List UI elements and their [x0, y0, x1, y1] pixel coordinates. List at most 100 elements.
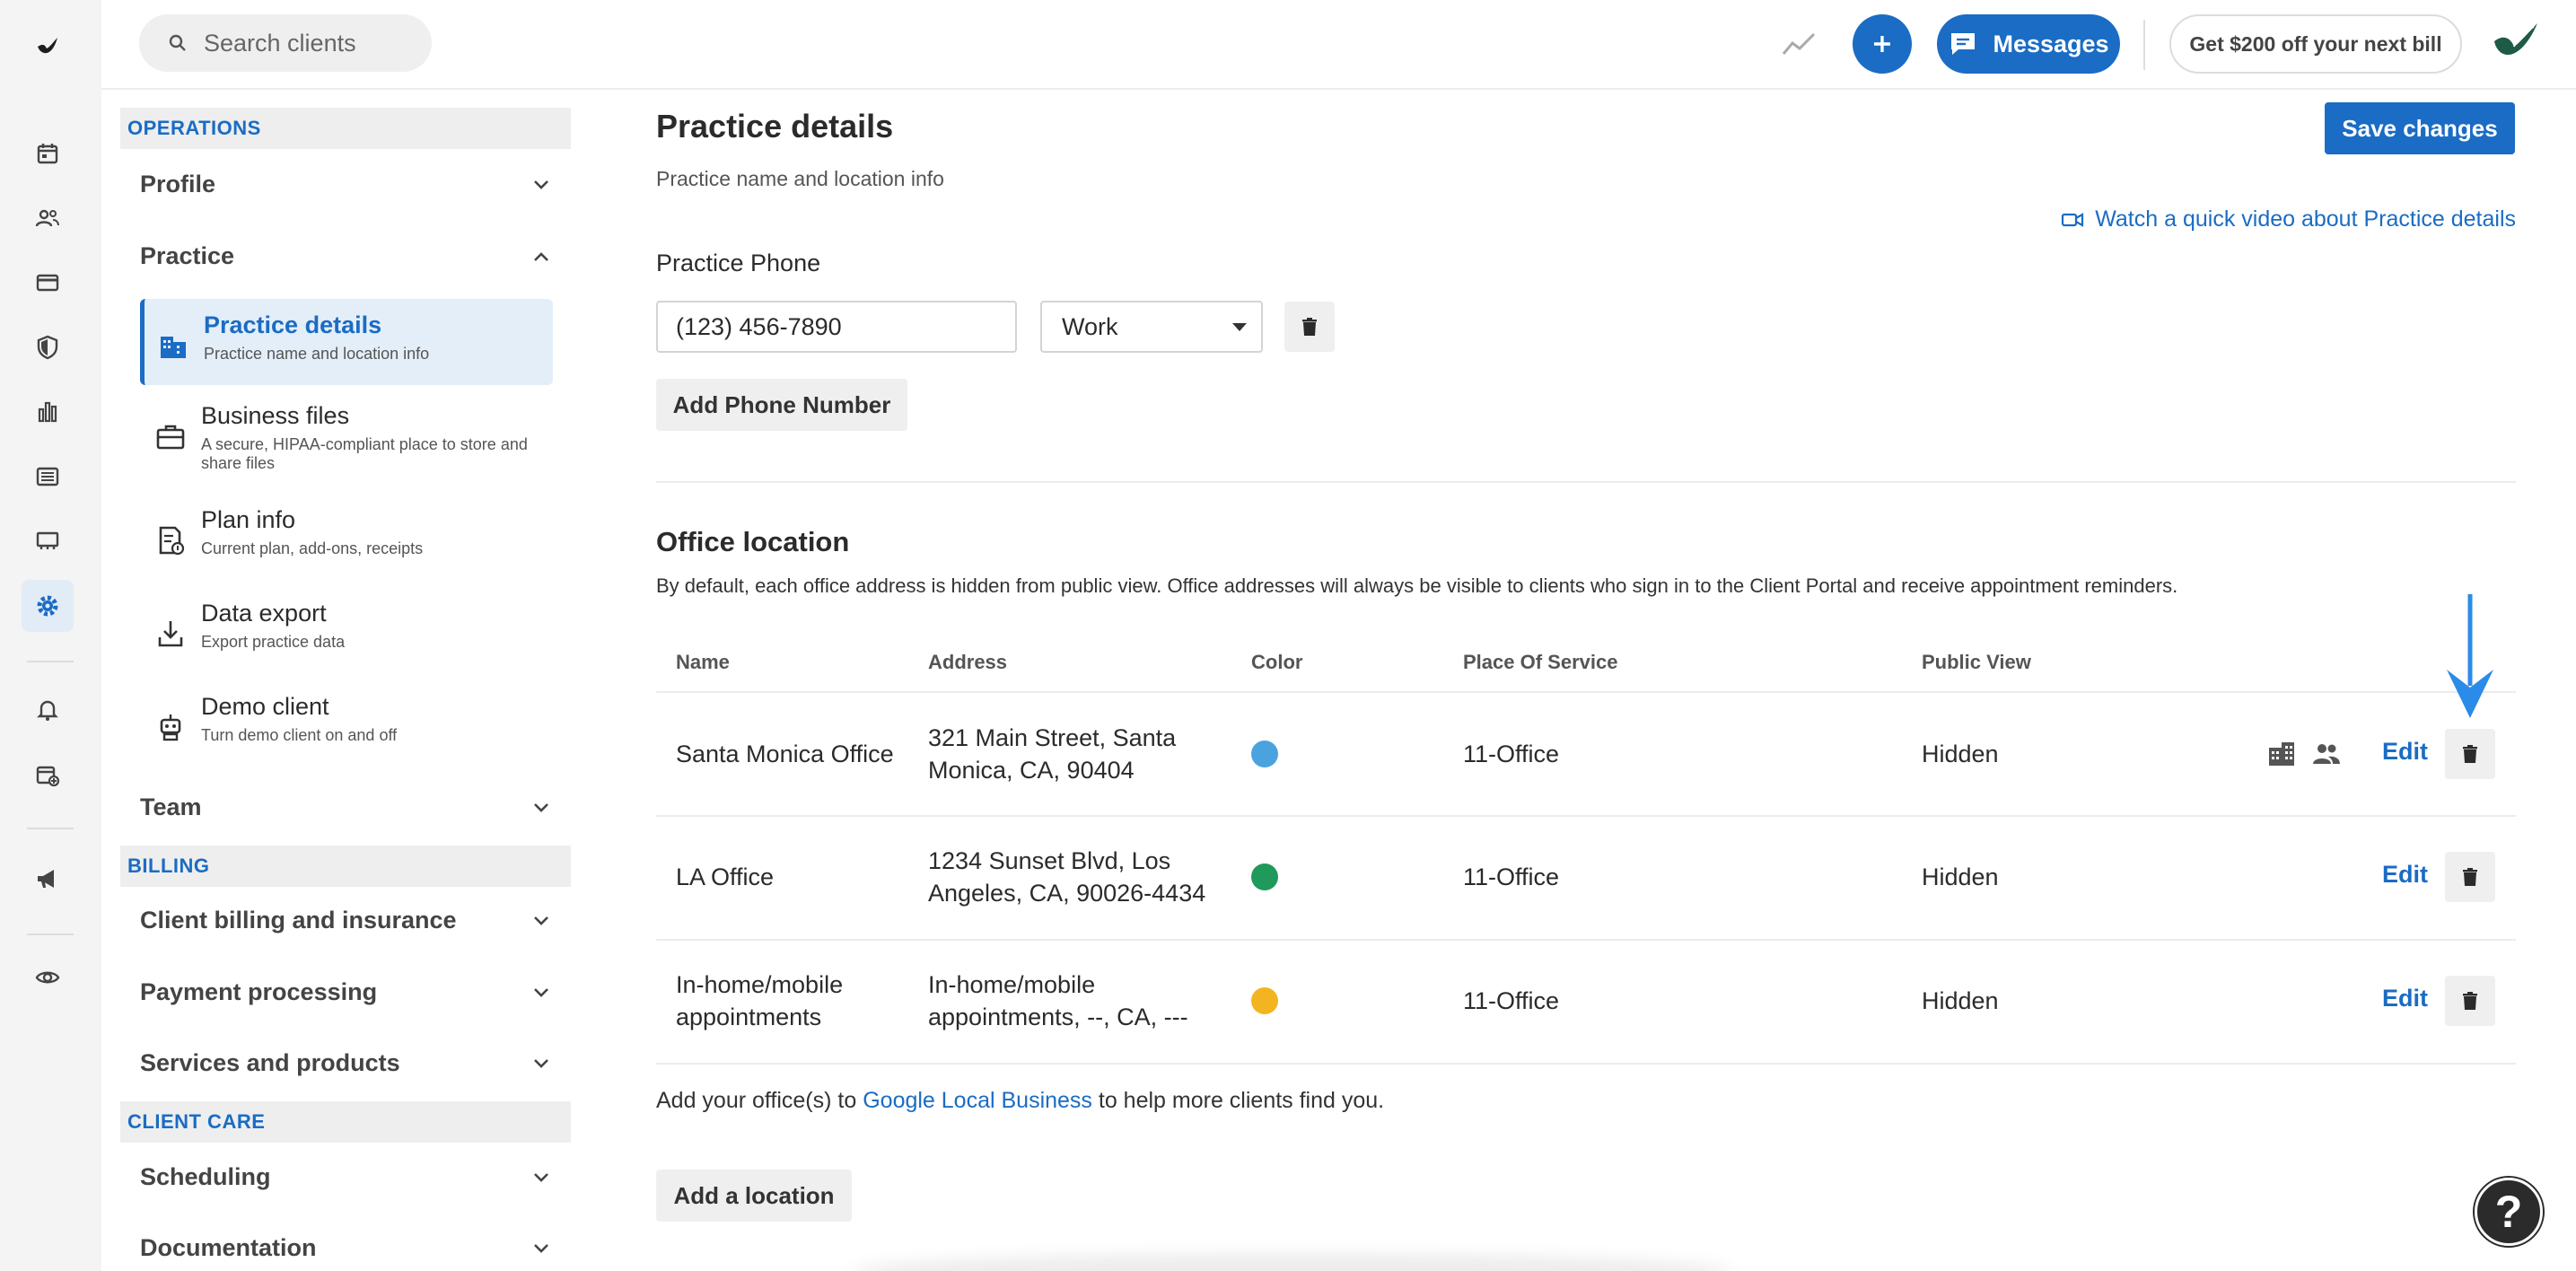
nav-group-documentation[interactable]: Documentation [140, 1234, 553, 1262]
trend-icon[interactable] [1780, 25, 1819, 65]
color-dot [1251, 741, 1278, 767]
row-public-view: Hidden [1922, 987, 1999, 1014]
video-camera-icon [2062, 212, 2084, 227]
delete-phone-button[interactable] [1284, 302, 1335, 352]
column-header-name: Name [676, 651, 730, 673]
nav-group-label: Documentation [140, 1234, 317, 1261]
export-icon [158, 621, 183, 647]
nav-group-label: Scheduling [140, 1163, 271, 1190]
plus-icon [1874, 36, 1890, 52]
row-address-line1: 1234 Sunset Blvd, Los [928, 847, 1171, 874]
chevron-down-icon [534, 1058, 548, 1068]
delete-location-button[interactable] [2445, 976, 2495, 1026]
marketing-icon[interactable] [22, 853, 74, 905]
nav-group-client-billing[interactable]: Client billing and insurance [140, 907, 553, 934]
section-heading-operations: OPERATIONS [120, 108, 571, 149]
insurance-icon[interactable] [22, 321, 74, 373]
sub-item-title: Demo client [201, 693, 329, 720]
phone-type-select[interactable]: Work [1040, 301, 1263, 353]
sub-item-title: Data export [201, 600, 327, 627]
chevron-down-icon [534, 1243, 548, 1253]
row-address-line1: In-home/mobile [928, 971, 1096, 998]
trash-icon [1302, 318, 1317, 336]
video-link[interactable]: Watch a quick video about Practice detai… [2061, 206, 2516, 232]
sub-item-desc: A secure, HIPAA-compliant place to store… [201, 435, 528, 472]
reports-icon[interactable] [22, 451, 74, 503]
chevron-down-icon [534, 916, 548, 925]
column-header-public-view: Public View [1922, 651, 2031, 673]
logo-icon[interactable] [22, 20, 74, 72]
nav-group-team[interactable]: Team [140, 793, 553, 821]
delete-location-button[interactable] [2445, 852, 2495, 902]
office-location-title: Office location [656, 526, 850, 557]
add-location-button[interactable]: Add a location [656, 1170, 852, 1222]
search-input[interactable] [204, 29, 401, 57]
footer-text-post: to help more clients find you. [1098, 1088, 1385, 1113]
row-name: LA Office [676, 863, 775, 890]
save-changes-button[interactable]: Save changes [2325, 102, 2515, 154]
help-button[interactable]: ? [2475, 1178, 2543, 1246]
promo-button[interactable]: Get $200 off your next bill [2169, 14, 2462, 74]
briefcase-icon [156, 425, 185, 450]
nav-group-profile[interactable]: Profile [140, 171, 553, 198]
page-title: Practice details [656, 108, 894, 145]
calendar-icon[interactable] [22, 127, 74, 180]
row-address-line1: 321 Main Street, Santa [928, 724, 1177, 751]
section-heading-billing: BILLING [120, 846, 571, 887]
edit-location-link[interactable]: Edit [2382, 985, 2428, 1012]
edit-location-link[interactable]: Edit [2382, 861, 2428, 889]
chevron-up-icon [534, 251, 548, 261]
column-header-address: Address [928, 651, 1008, 673]
notifications-icon[interactable] [22, 684, 74, 736]
row-place-of-service: 11-Office [1463, 741, 1560, 767]
clients-icon[interactable] [22, 192, 74, 244]
sub-item-plan-info[interactable]: Plan info Current plan, add-ons, receipt… [140, 494, 553, 580]
billing-icon[interactable] [22, 257, 74, 309]
section-heading-client-care: CLIENT CARE [120, 1101, 571, 1143]
sub-item-demo-client[interactable]: Demo client Turn demo client on and off [140, 680, 553, 767]
search-box[interactable] [139, 14, 432, 72]
settings-icon[interactable] [22, 580, 74, 632]
chevron-down-icon [534, 802, 548, 812]
analytics-icon[interactable] [22, 386, 74, 438]
practice-phone-label: Practice Phone [656, 250, 821, 276]
delete-location-button[interactable] [2445, 729, 2495, 779]
chevron-down-icon [534, 1172, 548, 1182]
nav-group-practice[interactable]: Practice [140, 242, 553, 270]
google-local-business-note: Add your office(s) to Google Local Busin… [656, 1088, 1384, 1114]
trash-icon [2463, 745, 2477, 763]
account-logo-icon[interactable] [2489, 16, 2543, 70]
icon-rail [0, 0, 101, 1271]
nav-group-label: Team [140, 793, 202, 820]
row-place-of-service: 11-Office [1463, 863, 1560, 890]
preview-icon[interactable] [22, 951, 74, 1004]
row-address-line2: appointments, --, CA, --- [928, 1004, 1188, 1030]
search-icon [169, 34, 186, 51]
chevron-down-icon [534, 987, 548, 997]
sub-item-practice-details[interactable]: Practice details Practice name and locat… [140, 299, 553, 385]
people-icon [2313, 744, 2340, 764]
marketplace-icon[interactable] [22, 515, 74, 567]
messages-button[interactable]: Messages [1937, 14, 2120, 74]
sub-item-desc: Practice name and location info [204, 345, 430, 363]
messages-label: Messages [1993, 30, 2109, 57]
row-place-of-service: 11-Office [1463, 987, 1560, 1014]
edit-location-link[interactable]: Edit [2382, 738, 2428, 766]
nav-group-services-products[interactable]: Services and products [140, 1049, 553, 1077]
google-local-business-link[interactable]: Google Local Business [863, 1088, 1092, 1113]
office-building-icon [2269, 742, 2294, 766]
nav-group-scheduling[interactable]: Scheduling [140, 1163, 553, 1191]
sub-item-business-files[interactable]: Business files A secure, HIPAA-compliant… [140, 390, 553, 483]
sub-item-desc: Export practice data [201, 633, 346, 651]
chevron-down-icon [534, 180, 548, 189]
color-dot [1251, 987, 1278, 1014]
requests-icon[interactable] [22, 749, 74, 801]
phone-type-value: Work [1062, 312, 1118, 340]
add-phone-number-button[interactable]: Add Phone Number [656, 379, 907, 431]
sub-item-data-export[interactable]: Data export Export practice data [140, 587, 553, 673]
row-name-line2: appointments [676, 1004, 822, 1030]
create-new-button[interactable] [1853, 14, 1912, 74]
phone-number-input[interactable] [656, 301, 1017, 353]
nav-group-payment-processing[interactable]: Payment processing [140, 978, 553, 1006]
chat-bubble-icon [1951, 33, 1976, 55]
